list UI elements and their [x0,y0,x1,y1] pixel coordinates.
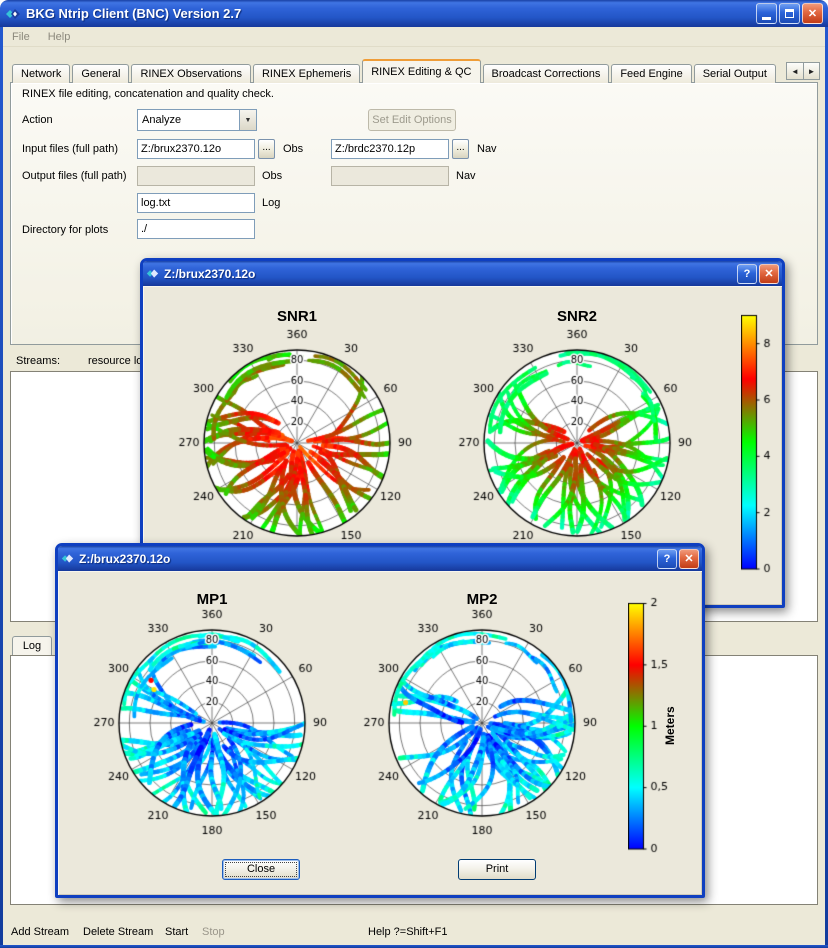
snr-dialog-icon [146,267,159,280]
window-titlebar[interactable]: BKG Ntrip Client (BNC) Version 2.7 ✕ [0,0,828,27]
snr-dialog-title: Z:/brux2370.12o [164,267,735,281]
mp1-skyplot [80,591,344,855]
snr2-skyplot [445,311,709,575]
log-label: Log [262,197,280,209]
mp-colorbar-axis-title: Meters [662,659,678,793]
mp-dialog-title: Z:/brux2370.12o [79,552,655,566]
menu-bar: File Help [3,27,825,47]
obs-label-1: Obs [283,143,303,155]
minimize-button[interactable] [756,3,777,24]
tab-feed-engine[interactable]: Feed Engine [611,64,691,83]
snr-dialog-close-button[interactable]: ✕ [759,264,779,284]
log-file-field[interactable] [137,193,255,213]
tab-serial-output[interactable]: Serial Output [694,64,776,83]
plots-dir-field[interactable] [137,219,255,239]
tab-bar: Network General RINEX Observations RINEX… [12,59,778,83]
help-hint: Help ?=Shift+F1 [368,926,448,938]
maximize-button[interactable] [779,3,800,24]
mp-plot-dialog: Z:/brux2370.12o ? ✕ MP1 MP2 Meters Close… [55,543,705,898]
mp-dialog-titlebar[interactable]: Z:/brux2370.12o ? ✕ [58,546,702,571]
app-icon [5,6,21,22]
tab-scroll-control: ◄ ► [786,62,820,80]
window-title: BKG Ntrip Client (BNC) Version 2.7 [26,6,754,21]
plots-dir-label: Directory for plots [22,224,108,236]
browse-nav-button[interactable]: ... [452,139,469,159]
tab-rinex-editing-qc[interactable]: RINEX Editing & QC [362,59,480,83]
tab-scroll-right-icon: ► [808,67,816,76]
mp2-skyplot [350,591,614,855]
close-icon: ✕ [808,7,817,20]
action-label: Action [22,114,53,126]
mp-dialog-body: MP1 MP2 Meters Close Print [58,571,702,895]
combo-dropdown-button[interactable]: ▼ [239,110,256,130]
maximize-icon [785,9,794,18]
tab-network[interactable]: Network [12,64,70,83]
set-edit-options-button[interactable]: Set Edit Options [368,109,456,131]
delete-stream-action[interactable]: Delete Stream [83,926,153,938]
input-obs-field[interactable] [137,139,255,159]
mp-dialog-close-button[interactable]: ✕ [679,549,699,569]
start-action[interactable]: Start [165,926,188,938]
action-value: Analyze [138,114,239,126]
input-nav-field[interactable] [331,139,449,159]
close-icon: ✕ [764,267,773,280]
obs-label-2: Obs [262,170,282,182]
streams-label: Streams: [16,355,60,367]
tab-general[interactable]: General [72,64,129,83]
dialog-close-button[interactable]: Close [222,859,300,880]
output-obs-field [137,166,255,186]
status-bar: Add Stream Delete Stream Start Stop Help… [3,920,825,945]
close-icon: ✕ [684,552,693,565]
tab-rinex-ephemeris[interactable]: RINEX Ephemeris [253,64,360,83]
add-stream-action[interactable]: Add Stream [11,926,69,938]
menu-file[interactable]: File [3,29,39,45]
mp-dialog-icon [61,552,74,565]
output-files-label: Output files (full path) [22,170,127,182]
close-button[interactable]: ✕ [802,3,823,24]
output-nav-field [331,166,449,186]
dialog-print-button[interactable]: Print [458,859,536,880]
page-description: RINEX file editing, concatenation and qu… [22,88,274,100]
chevron-down-icon: ▼ [245,117,252,124]
help-icon: ? [744,268,751,280]
nav-label-2: Nav [456,170,476,182]
menu-help[interactable]: Help [39,29,80,45]
bnc-application-window: BKG Ntrip Client (BNC) Version 2.7 ✕ Fil… [0,0,828,948]
snr-dialog-help-button[interactable]: ? [737,264,757,284]
action-combobox[interactable]: Analyze ▼ [137,109,257,131]
help-icon: ? [664,553,671,565]
window-border-left [0,27,3,948]
tab-broadcast-corrections[interactable]: Broadcast Corrections [483,64,610,83]
snr-colorbar [741,308,781,576]
input-files-label: Input files (full path) [22,143,118,155]
mp-dialog-help-button[interactable]: ? [657,549,677,569]
tab-rinex-observations[interactable]: RINEX Observations [131,64,250,83]
tab-scroll-left-button[interactable]: ◄ [786,62,803,80]
minimize-icon [762,17,771,20]
tab-log[interactable]: Log [12,636,52,655]
snr1-skyplot [165,311,429,575]
browse-obs-button[interactable]: ... [258,139,275,159]
tab-scroll-left-icon: ◄ [791,67,799,76]
stop-action[interactable]: Stop [202,926,225,938]
tab-scroll-right-button[interactable]: ► [803,62,820,80]
nav-label-1: Nav [477,143,497,155]
snr-dialog-titlebar[interactable]: Z:/brux2370.12o ? ✕ [143,261,782,286]
